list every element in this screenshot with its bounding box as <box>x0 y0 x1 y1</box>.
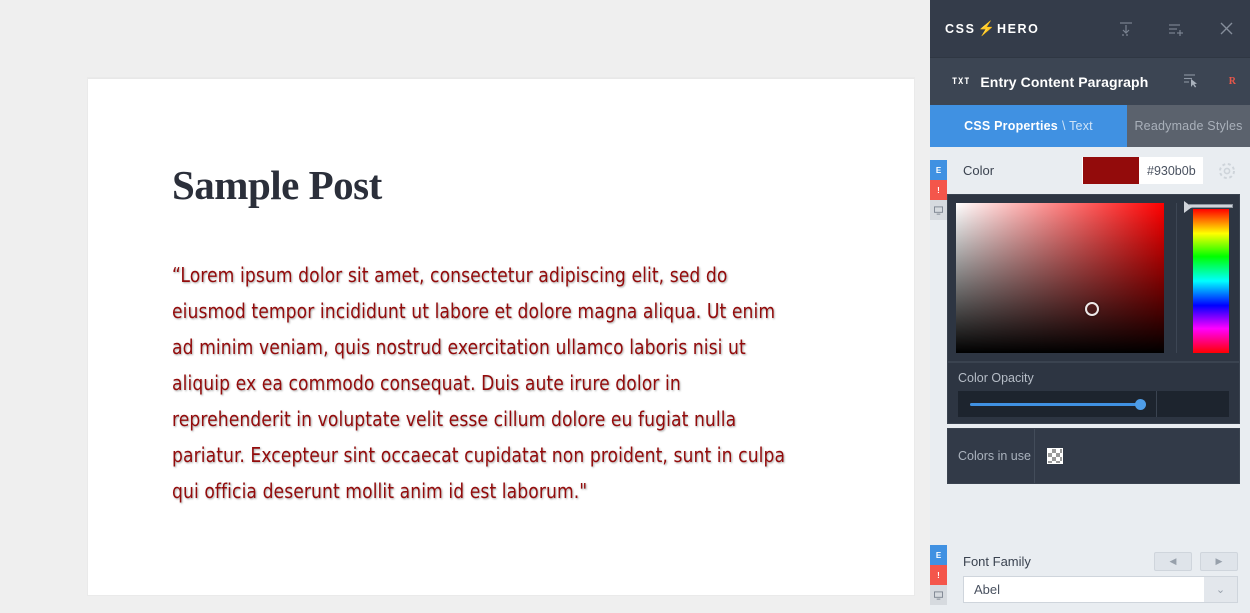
close-icon[interactable] <box>1219 21 1234 36</box>
csshero-panel: CSS ⚡ HERO TXT Entry Content Paragraph R… <box>930 0 1250 613</box>
bolt-icon: ⚡ <box>977 20 995 36</box>
color-picker <box>947 194 1240 362</box>
app-root: Sample Post “Lorem ipsum dolor sit amet,… <box>0 0 1250 613</box>
element-picker-icon[interactable] <box>1183 73 1199 91</box>
color-property-label: Color <box>963 163 995 178</box>
rail-tab-edit-2[interactable]: E <box>930 545 947 565</box>
tab-css-properties[interactable]: CSS Properties \ Text <box>930 105 1127 147</box>
monitor-icon[interactable] <box>930 200 947 220</box>
selected-element-bar: TXT Entry Content Paragraph R <box>930 57 1250 105</box>
revert-icon[interactable]: R <box>1229 76 1236 87</box>
save-icon[interactable] <box>1118 21 1134 37</box>
font-family-label: Font Family <box>963 553 1031 569</box>
color-opacity-label: Color Opacity <box>958 371 1034 385</box>
add-list-icon[interactable] <box>1168 22 1185 36</box>
saturation-value-area[interactable] <box>956 203 1164 353</box>
panel-body: E ! Color #930b0b Color Opacity Colors i… <box>930 147 1250 613</box>
color-opacity-slider[interactable] <box>958 391 1157 417</box>
slider-knob[interactable] <box>1135 399 1146 410</box>
sv-gradient[interactable] <box>956 203 1164 353</box>
color-swatch[interactable] <box>1083 157 1139 184</box>
colors-in-use-swatches <box>1035 448 1239 464</box>
color-opacity-control: Color Opacity <box>947 362 1240 424</box>
colors-in-use-row: Colors in use <box>947 428 1240 484</box>
chevron-down-icon[interactable]: ⌄ <box>1204 577 1237 602</box>
font-family-value: Abel <box>974 582 1001 597</box>
color-value-field[interactable]: #930b0b <box>1082 157 1203 184</box>
tab-css-properties-sub: \ Text <box>1061 119 1093 133</box>
logo-text-hero: HERO <box>996 21 1040 36</box>
hue-gradient[interactable] <box>1193 209 1229 353</box>
font-family-steppers: ◀ ▶ <box>1154 551 1238 571</box>
font-family-select[interactable]: Abel ⌄ <box>963 576 1238 603</box>
rail-tab-important-2[interactable]: ! <box>930 565 947 585</box>
page-preview-canvas: Sample Post “Lorem ipsum dolor sit amet,… <box>0 0 930 613</box>
color-opacity-value-box[interactable] <box>1157 391 1229 417</box>
panel-topbar: CSS ⚡ HERO <box>930 0 1250 57</box>
selector-actions: R <box>1183 73 1236 91</box>
csshero-logo: CSS ⚡ HERO <box>945 20 1039 37</box>
font-next-button[interactable]: ▶ <box>1200 551 1238 571</box>
font-family-header: Font Family ◀ ▶ <box>947 546 1250 576</box>
logo-text-css: CSS <box>945 21 976 36</box>
property-rail-bottom: E ! <box>930 545 947 605</box>
selected-element-title: Entry Content Paragraph <box>980 73 1149 90</box>
panel-tabs: CSS Properties \ Text Readymade Styles <box>930 105 1250 147</box>
font-family-section: Font Family ◀ ▶ Abel ⌄ <box>947 546 1250 613</box>
color-hex-value[interactable]: #930b0b <box>1139 164 1202 178</box>
color-opacity-slider-row <box>958 391 1229 417</box>
reset-spinner-icon[interactable] <box>1217 161 1237 181</box>
color-property-row: Color #930b0b <box>947 147 1250 194</box>
slider-fill <box>970 403 1140 406</box>
font-prev-button[interactable]: ◀ <box>1154 551 1192 571</box>
topbar-icon-group <box>1118 0 1234 57</box>
property-rail-top: E ! <box>930 160 947 220</box>
page-title: Sample Post <box>172 162 382 208</box>
sv-handle[interactable] <box>1084 302 1099 316</box>
entry-content-paragraph[interactable]: “Lorem ipsum dolor sit amet, consectetur… <box>172 257 786 509</box>
tab-readymade-styles-label: Readymade Styles <box>1134 119 1243 133</box>
picker-divider <box>1176 203 1177 353</box>
tab-readymade-styles[interactable]: Readymade Styles <box>1127 105 1250 147</box>
post-content-sheet: Sample Post “Lorem ipsum dolor sit amet,… <box>88 78 914 595</box>
colors-in-use-label: Colors in use <box>958 449 1031 463</box>
txt-icon: TXT <box>952 76 971 87</box>
hue-slider[interactable] <box>1184 201 1233 353</box>
rail-tab-important[interactable]: ! <box>930 180 947 200</box>
rail-tab-edit[interactable]: E <box>930 160 947 180</box>
hue-marker[interactable] <box>1184 201 1233 213</box>
monitor-icon-2[interactable] <box>930 585 947 605</box>
tab-css-properties-label: CSS Properties <box>964 119 1058 133</box>
transparent-swatch[interactable] <box>1047 448 1063 464</box>
